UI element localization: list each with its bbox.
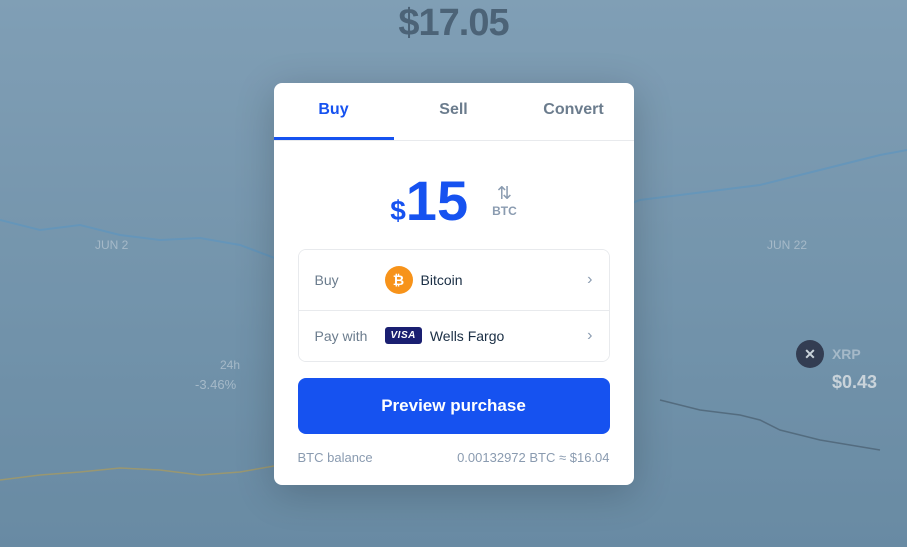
asset-name: Bitcoin xyxy=(421,272,463,288)
pay-with-label: Pay with xyxy=(315,328,385,344)
chevron-right-icon: › xyxy=(587,271,592,289)
tab-buy[interactable]: Buy xyxy=(274,83,394,140)
payment-content: VISA Wells Fargo xyxy=(385,327,588,344)
tab-convert[interactable]: Convert xyxy=(514,83,634,140)
currency-toggle[interactable]: ⇅ BTC xyxy=(492,184,517,218)
payment-method-row[interactable]: Pay with VISA Wells Fargo › xyxy=(299,311,609,361)
trade-modal: Buy Sell Convert $ 15 ⇅ BTC Buy xyxy=(274,83,634,485)
modal-overlay: Buy Sell Convert $ 15 ⇅ BTC Buy xyxy=(0,0,907,547)
payment-name: Wells Fargo xyxy=(430,328,504,344)
tabs-container: Buy Sell Convert xyxy=(274,83,634,141)
visa-badge: VISA xyxy=(385,327,422,344)
options-section: Buy ₿ Bitcoin › Pay with VISA Wells Farg… xyxy=(298,249,610,362)
toggle-currency-label: BTC xyxy=(492,204,517,218)
balance-row: BTC balance 0.00132972 BTC ≈ $16.04 xyxy=(274,450,634,485)
buy-asset-row[interactable]: Buy ₿ Bitcoin › xyxy=(299,250,609,311)
preview-purchase-button[interactable]: Preview purchase xyxy=(298,378,610,434)
balance-label: BTC balance xyxy=(298,450,373,465)
asset-content: ₿ Bitcoin xyxy=(385,266,588,294)
buy-label: Buy xyxy=(315,272,385,288)
tab-sell[interactable]: Sell xyxy=(394,83,514,140)
amount-value[interactable]: 15 xyxy=(406,173,468,229)
chevron-right-payment-icon: › xyxy=(587,327,592,345)
amount-section: $ 15 ⇅ BTC xyxy=(274,141,634,249)
currency-symbol: $ xyxy=(390,195,406,227)
balance-value: 0.00132972 BTC ≈ $16.04 xyxy=(457,450,609,465)
btc-icon: ₿ xyxy=(385,266,413,294)
toggle-arrows-icon: ⇅ xyxy=(497,184,512,202)
amount-display: $ 15 xyxy=(390,173,468,229)
